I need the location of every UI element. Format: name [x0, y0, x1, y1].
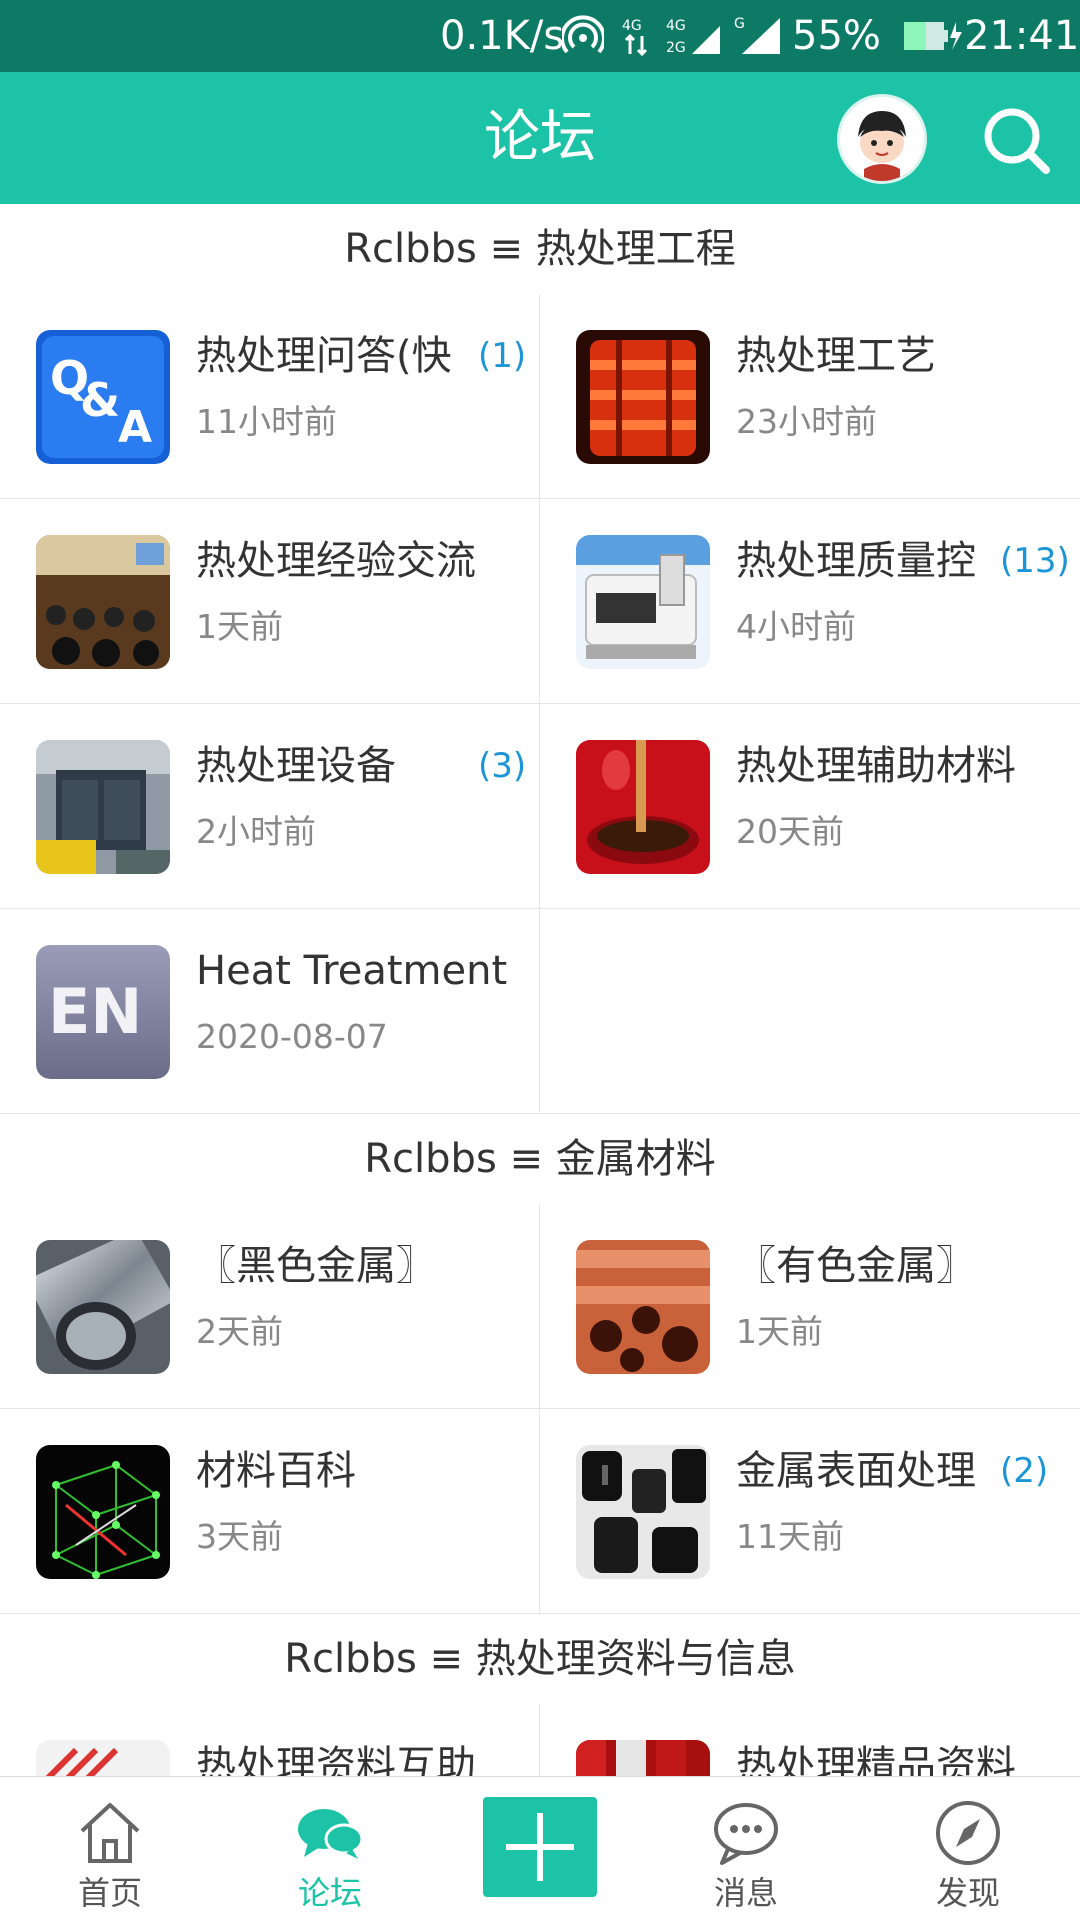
forum-item[interactable]: EN Heat Treatment 2020-08-07 [0, 909, 540, 1114]
forum-time: 1天前 [196, 607, 283, 646]
forum-title: 热处理资料互助 [196, 1743, 476, 1776]
forum-title: 热处理精品资料 [736, 1743, 1016, 1776]
forum-title: 热处理经验交流 [196, 538, 476, 584]
battery-charging-icon [904, 22, 962, 50]
steel-pipe-icon [36, 1240, 170, 1374]
4g-signal-icon: 4G [622, 18, 648, 57]
nav-forum[interactable]: 论坛 [240, 1777, 420, 1921]
forum-time: 1天前 [736, 1312, 823, 1351]
docs-icon [36, 1740, 170, 1776]
hotspot-icon [562, 15, 604, 54]
forum-time: 2天前 [196, 1312, 283, 1351]
svg-text:G: G [734, 16, 745, 32]
user-avatar-icon [840, 97, 924, 181]
nav-label: 论坛 [297, 1874, 362, 1912]
svg-text:4G: 4G [622, 18, 642, 34]
add-post-button[interactable] [483, 1797, 597, 1897]
forum-item[interactable]: Q & A 热处理问答(快 11小时前 (1) [0, 294, 540, 499]
forum-title: 热处理设备 [196, 743, 396, 789]
forum-count: (2) [1000, 1451, 1049, 1491]
svg-text:EN: EN [48, 975, 142, 1048]
compass-icon [936, 1801, 1000, 1865]
nav-label: 消息 [713, 1874, 778, 1912]
plus-icon [506, 1813, 574, 1881]
nav-home[interactable]: 首页 [20, 1777, 200, 1921]
nav-messages[interactable]: 消息 [656, 1777, 836, 1921]
forum-time: 11小时前 [196, 402, 337, 441]
network-speed: 0.1K/s [440, 13, 565, 59]
oil-icon [576, 740, 710, 874]
nav-discover[interactable]: 发现 [878, 1777, 1058, 1921]
forum-item[interactable]: 〖有色金属〗 1天前 [540, 1204, 1080, 1409]
nav-label: 首页 [77, 1874, 142, 1912]
forum-count: (13) [1000, 541, 1070, 581]
books-icon [576, 1740, 710, 1776]
forum-title: Heat Treatment [196, 948, 508, 994]
chat-bubbles-icon [298, 1809, 364, 1859]
forum-item[interactable]: 热处理经验交流 1天前 [0, 499, 540, 704]
home-icon [80, 1803, 140, 1863]
nav-label: 发现 [935, 1874, 1000, 1912]
bottom-nav: 首页 论坛 消息 发现 [0, 1776, 1080, 1921]
signal-4g-2g-icon: 4G 2G [666, 18, 720, 56]
forum-title: 热处理问答(快 [196, 333, 452, 379]
message-icon [714, 1803, 778, 1865]
forum-title: 金属表面处理 [736, 1448, 976, 1494]
forum-item[interactable]: 金属表面处理 11天前 (2) [540, 1409, 1080, 1614]
forum-item[interactable]: 热处理精品资料 [540, 1704, 1080, 1776]
meeting-icon [36, 535, 170, 669]
forum-time: 20天前 [736, 812, 844, 851]
furnace-icon [576, 330, 710, 464]
fastener-icon [576, 1445, 710, 1579]
forum-time: 3天前 [196, 1517, 283, 1556]
forum-item[interactable]: 热处理质量控 4小时前 (13) [540, 499, 1080, 704]
clock: 21:41 [964, 13, 1080, 59]
section-header: Rclbbs ≡ 热处理资料与信息 [0, 1614, 1080, 1704]
svg-text:2G: 2G [666, 40, 686, 56]
forum-item[interactable]: 材料百科 3天前 [0, 1409, 540, 1614]
forum-title: 热处理质量控 [736, 538, 976, 584]
forum-count: (3) [478, 746, 527, 786]
forum-time: 2小时前 [196, 812, 316, 851]
avatar[interactable] [840, 97, 924, 181]
equipment-icon [36, 740, 170, 874]
forum-item[interactable]: 热处理工艺 23小时前 [540, 294, 1080, 499]
svg-text:&: & [80, 373, 120, 427]
forum-title: 热处理工艺 [736, 333, 936, 379]
empty-cell [540, 909, 1080, 1114]
forum-time: 23小时前 [736, 402, 877, 441]
forum-item[interactable]: 热处理资料互助 [0, 1704, 540, 1776]
forum-list[interactable]: Rclbbs ≡ 热处理工程 Q & A 热处理问答(快 11小时前 (1) 热… [0, 204, 1080, 1776]
forum-title: 材料百科 [196, 1448, 356, 1494]
forum-count: (1) [478, 336, 527, 376]
forum-item[interactable]: 热处理设备 2小时前 (3) [0, 704, 540, 909]
microscope-icon [576, 535, 710, 669]
forum-item[interactable]: 热处理辅助材料 20天前 [540, 704, 1080, 909]
svg-text:4G: 4G [666, 18, 686, 34]
section-header: Rclbbs ≡ 热处理工程 [0, 204, 1080, 294]
forum-time: 11天前 [736, 1517, 844, 1556]
signal-g-icon: G [734, 16, 780, 54]
svg-text:A: A [118, 402, 152, 453]
forum-title: 〖黑色金属〗 [196, 1243, 436, 1289]
forum-item[interactable]: 〖黑色金属〗 2天前 [0, 1204, 540, 1409]
forum-title: 热处理辅助材料 [736, 743, 1016, 789]
en-icon: EN [36, 945, 170, 1079]
forum-time: 2020-08-07 [196, 1017, 388, 1056]
search-button[interactable] [978, 100, 1058, 180]
crystal-lattice-icon [36, 1445, 170, 1579]
forum-time: 4小时前 [736, 607, 856, 646]
status-bar: 0.1K/s 4G 4G 2G G 55% 21:41 [0, 0, 1080, 72]
copper-pipe-icon [576, 1240, 710, 1374]
section-header: Rclbbs ≡ 金属材料 [0, 1114, 1080, 1204]
forum-title: 〖有色金属〗 [736, 1243, 976, 1289]
battery-percent: 55% [792, 13, 881, 59]
search-icon [984, 108, 1050, 174]
qa-icon: Q & A [36, 330, 170, 464]
